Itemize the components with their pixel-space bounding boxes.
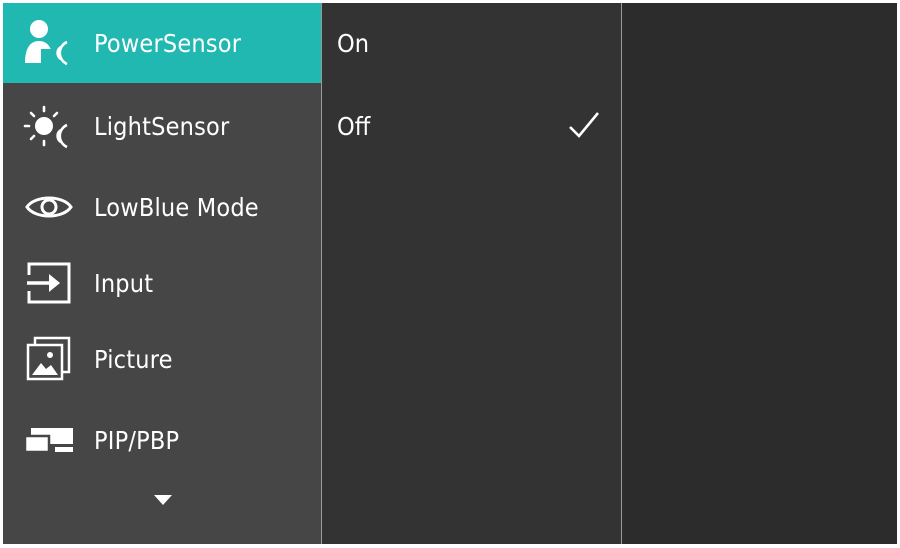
option-on[interactable]: On xyxy=(322,3,621,83)
chevron-down-icon[interactable] xyxy=(151,488,175,512)
menu-item-lightsensor[interactable]: LightSensor xyxy=(3,86,321,166)
eye-icon xyxy=(23,183,75,231)
menu-item-pip-pbp[interactable]: PIP/PBP xyxy=(3,400,321,480)
menu-item-label: PowerSensor xyxy=(94,28,242,58)
menu-item-powersensor[interactable]: PowerSensor xyxy=(3,3,321,83)
pip-pbp-icon xyxy=(23,416,75,464)
menu-item-label: Input xyxy=(94,268,154,298)
menu-item-label: LowBlue Mode xyxy=(94,192,259,222)
menu-item-lowblue-mode[interactable]: LowBlue Mode xyxy=(3,167,321,247)
option-label: Off xyxy=(337,111,371,141)
checkmark-icon xyxy=(569,112,600,138)
osd-menu: PowerSensor LightSensor LowBlue Mode Inp… xyxy=(3,3,897,544)
picture-icon xyxy=(23,335,75,383)
detail-panel xyxy=(622,3,897,544)
menu-item-label: LightSensor xyxy=(94,111,230,141)
option-label: On xyxy=(337,28,369,58)
submenu: On Off xyxy=(321,3,622,544)
main-menu: PowerSensor LightSensor LowBlue Mode Inp… xyxy=(3,3,321,544)
power-sensor-icon xyxy=(23,19,75,67)
menu-item-picture[interactable]: Picture xyxy=(3,319,321,399)
light-sensor-icon xyxy=(23,102,75,150)
menu-item-input[interactable]: Input xyxy=(3,243,321,323)
option-off[interactable]: Off xyxy=(322,86,621,166)
menu-item-label: PIP/PBP xyxy=(94,425,180,455)
menu-item-label: Picture xyxy=(94,344,173,374)
input-icon xyxy=(23,259,75,307)
